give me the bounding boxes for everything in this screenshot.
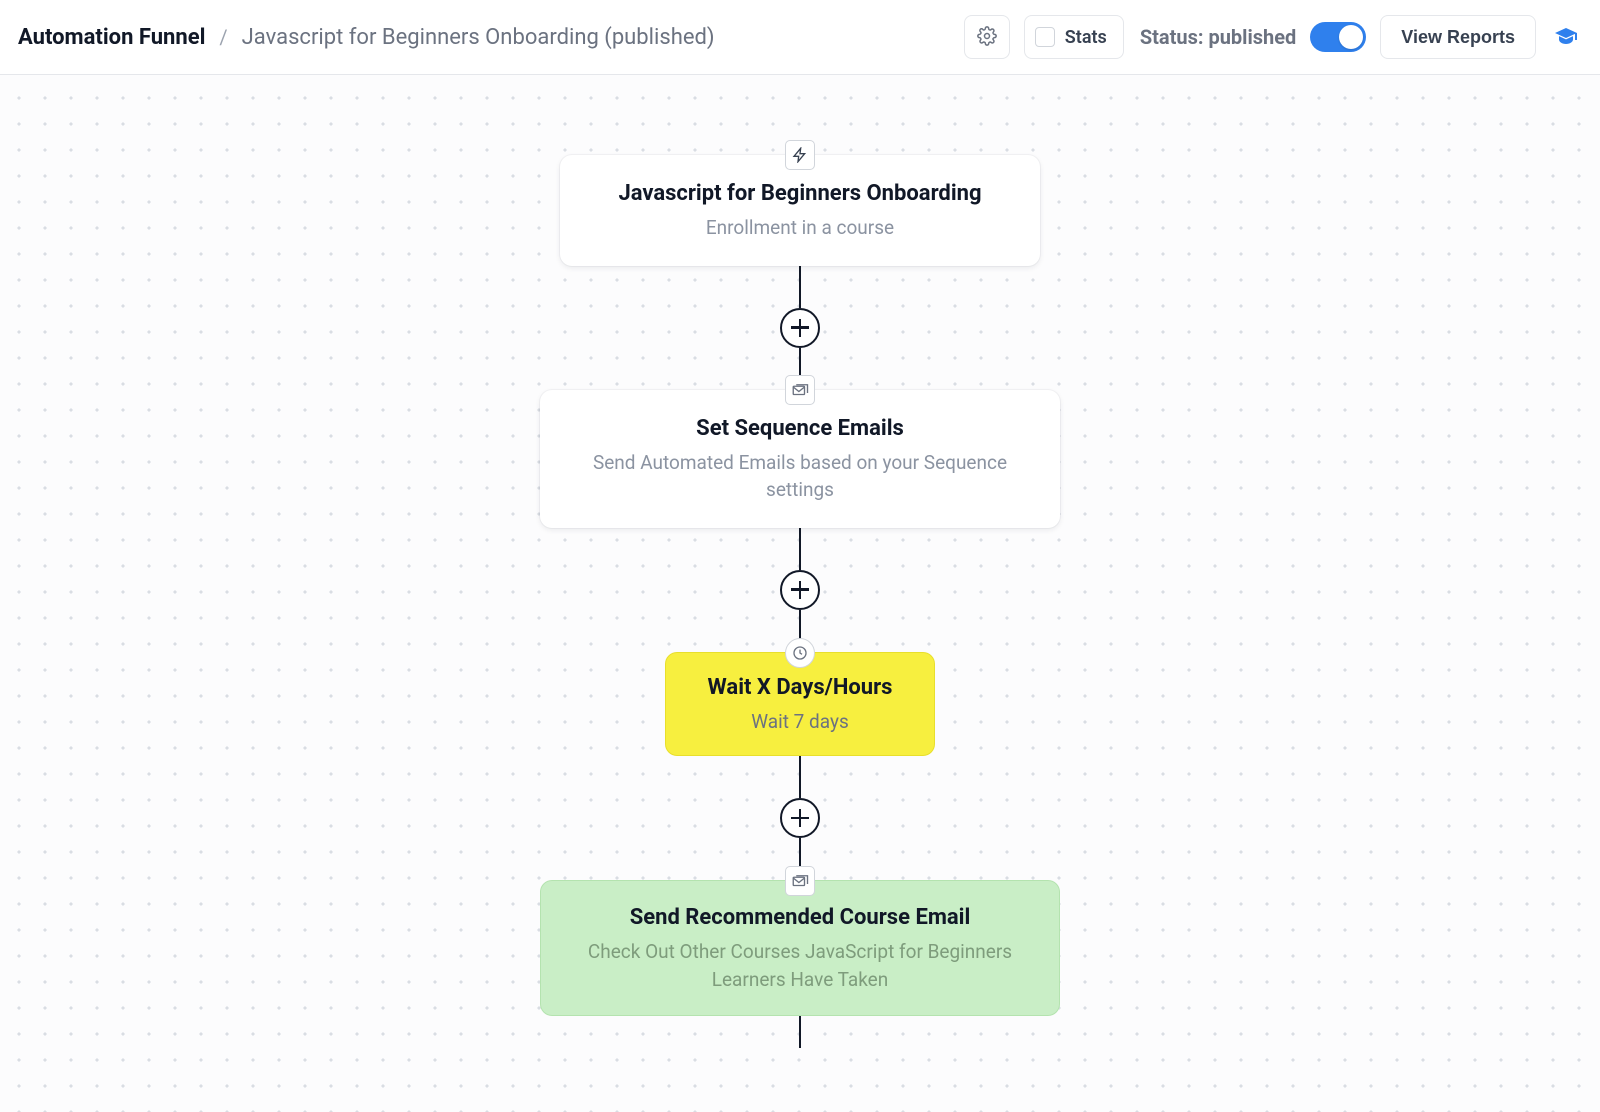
connector — [799, 528, 801, 570]
add-step-button[interactable] — [780, 308, 820, 348]
node-subtitle: Enrollment in a course — [596, 214, 1004, 242]
header-controls: Stats Status: published View Reports — [964, 15, 1578, 59]
clock-icon — [785, 638, 815, 668]
mail-stack-icon — [785, 375, 815, 405]
node-sequence-emails[interactable]: Set Sequence Emails Send Automated Email… — [540, 390, 1060, 528]
funnel-header: Automation Funnel / Javascript for Begin… — [0, 0, 1600, 75]
status-label: Status: published — [1140, 25, 1296, 49]
node-title: Set Sequence Emails — [576, 416, 1024, 441]
mail-stack-icon — [785, 866, 815, 896]
breadcrumb-separator: / — [219, 25, 227, 49]
node-title: Javascript for Beginners Onboarding — [596, 181, 1004, 206]
node-wait[interactable]: Wait X Days/Hours Wait 7 days — [665, 652, 935, 757]
lightning-icon — [785, 140, 815, 170]
breadcrumb: Automation Funnel / Javascript for Begin… — [18, 25, 964, 50]
add-step-button[interactable] — [780, 798, 820, 838]
flow-column: Javascript for Beginners Onboarding Enro… — [0, 75, 1600, 1048]
node-trigger[interactable]: Javascript for Beginners Onboarding Enro… — [560, 155, 1040, 266]
connector — [799, 756, 801, 798]
gear-icon — [977, 26, 997, 49]
breadcrumb-root[interactable]: Automation Funnel — [18, 25, 205, 50]
add-step-button[interactable] — [780, 570, 820, 610]
settings-button[interactable] — [964, 15, 1010, 59]
publish-toggle[interactable] — [1310, 22, 1366, 52]
connector — [799, 1016, 801, 1048]
funnel-canvas[interactable]: Javascript for Beginners Onboarding Enro… — [0, 75, 1600, 1112]
node-subtitle: Check Out Other Courses JavaScript for B… — [571, 938, 1029, 993]
graduation-cap-icon[interactable] — [1554, 25, 1578, 49]
connector — [799, 266, 801, 308]
checkbox-icon — [1035, 27, 1055, 47]
node-subtitle: Wait 7 days — [686, 708, 914, 736]
stats-label: Stats — [1065, 27, 1107, 48]
node-title: Send Recommended Course Email — [571, 905, 1029, 930]
view-reports-button[interactable]: View Reports — [1380, 15, 1536, 59]
stats-toggle[interactable]: Stats — [1024, 15, 1124, 59]
breadcrumb-leaf: Javascript for Beginners Onboarding (pub… — [242, 25, 715, 50]
node-subtitle: Send Automated Emails based on your Sequ… — [576, 449, 1024, 504]
node-title: Wait X Days/Hours — [686, 675, 914, 700]
node-send-email[interactable]: Send Recommended Course Email Check Out … — [540, 880, 1060, 1016]
toggle-knob — [1339, 25, 1363, 49]
